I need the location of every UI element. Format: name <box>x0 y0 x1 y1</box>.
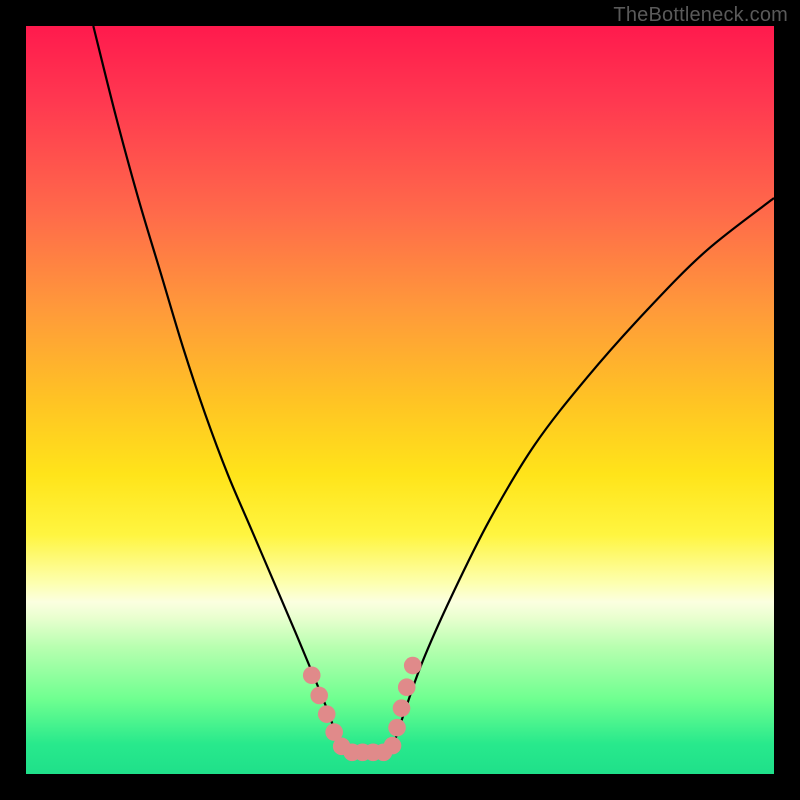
marker-dot <box>384 737 402 755</box>
marker-dot <box>388 719 406 737</box>
right-curve <box>393 198 774 748</box>
marker-dot <box>393 699 411 717</box>
watermark-text: TheBottleneck.com <box>613 4 788 27</box>
chart-plot-area <box>26 26 774 774</box>
marker-dot <box>318 705 336 723</box>
marker-dot <box>310 687 328 705</box>
marker-group-left <box>303 666 392 761</box>
chart-frame: TheBottleneck.com <box>0 0 800 800</box>
left-curve <box>93 26 340 748</box>
marker-group-right <box>384 657 422 755</box>
marker-dot <box>398 678 416 696</box>
chart-svg <box>26 26 774 774</box>
marker-dot <box>303 666 321 684</box>
marker-dot <box>404 657 422 675</box>
